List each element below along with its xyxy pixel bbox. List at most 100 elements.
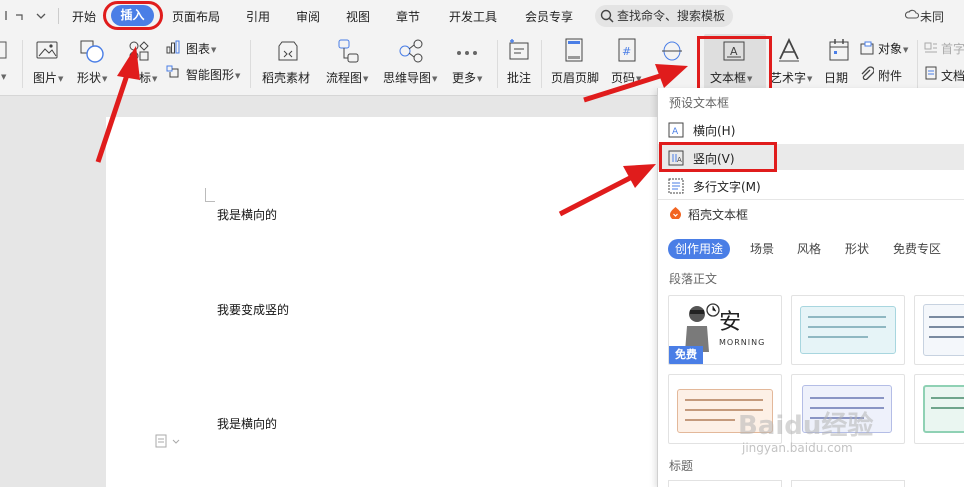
page-number-icon[interactable]: # bbox=[617, 38, 637, 65]
date-button[interactable]: 日期 bbox=[824, 69, 848, 86]
date-icon[interactable] bbox=[828, 38, 850, 65]
sync-status[interactable]: 未同 bbox=[920, 8, 944, 25]
picture-icon[interactable] bbox=[36, 40, 58, 63]
flowchart-button[interactable]: 流程图▼ bbox=[326, 69, 368, 86]
category-shape[interactable]: 形状 bbox=[845, 239, 869, 259]
text-placeholder-line bbox=[931, 397, 964, 399]
baidu-watermark-url: jingyan.baidu.com bbox=[742, 441, 853, 455]
undo-icon[interactable] bbox=[14, 10, 24, 24]
document-line-2[interactable]: 我要变成竖的 bbox=[217, 301, 289, 318]
page-number-button[interactable]: 页码▼ bbox=[611, 69, 641, 86]
header-footer-icon[interactable] bbox=[564, 38, 584, 65]
preset-textbox-header: 预设文本框 bbox=[669, 96, 730, 110]
picture-button[interactable]: 图片▼ bbox=[33, 69, 63, 86]
document-button[interactable]: 文档 bbox=[941, 67, 964, 84]
text-placeholder-line bbox=[929, 326, 964, 328]
chart-icon[interactable] bbox=[166, 40, 180, 57]
section-title-header: 标题 bbox=[669, 459, 694, 473]
category-scene[interactable]: 场景 bbox=[750, 239, 774, 259]
menu-separator bbox=[658, 199, 964, 200]
tab-review[interactable]: 审阅 bbox=[296, 8, 320, 25]
page-number-label: 页码 bbox=[611, 71, 636, 85]
shape-label: 形状 bbox=[77, 71, 102, 85]
menu-bar: 开始 插入 页面布局 引用 审阅 视图 章节 开发工具 会员专享 查找命令、搜索… bbox=[0, 0, 964, 32]
mindmap-label: 思维导图 bbox=[383, 71, 432, 85]
tab-start[interactable]: 开始 bbox=[72, 8, 96, 25]
icon-library-button[interactable]: 标▼ bbox=[139, 69, 157, 86]
object-label: 对象 bbox=[878, 42, 903, 56]
tab-page-layout[interactable]: 页面布局 bbox=[172, 8, 220, 25]
more-icon[interactable] bbox=[456, 46, 478, 60]
horizontal-textbox-item[interactable]: A 横向(H) bbox=[658, 116, 964, 142]
smart-graphic-button[interactable]: 智能图形▼ bbox=[186, 66, 240, 83]
menu-divider bbox=[58, 8, 59, 24]
svg-text:#: # bbox=[622, 45, 631, 58]
tab-section[interactable]: 章节 bbox=[396, 8, 420, 25]
shape-button[interactable]: 形状▼ bbox=[77, 69, 107, 86]
docer-material-button[interactable]: 稻壳素材 bbox=[262, 69, 310, 86]
tab-developer[interactable]: 开发工具 bbox=[449, 8, 497, 25]
cloud-sync-icon[interactable] bbox=[904, 9, 920, 24]
document-line-3[interactable]: 我是横向的 bbox=[217, 415, 277, 432]
template-thumbnail[interactable] bbox=[914, 295, 964, 365]
note-card-shape bbox=[923, 385, 964, 433]
chart-label: 图表 bbox=[186, 42, 211, 56]
wordart-icon[interactable] bbox=[777, 37, 801, 65]
category-free[interactable]: 免费专区 bbox=[893, 239, 941, 259]
page-corner-mark bbox=[205, 188, 215, 202]
template-thumbnail[interactable] bbox=[914, 374, 964, 444]
template-thumbnail-partial[interactable] bbox=[668, 480, 782, 487]
text-placeholder-line bbox=[929, 336, 964, 338]
wordart-button[interactable]: 艺术字▼ bbox=[770, 69, 812, 86]
mindmap-icon[interactable] bbox=[398, 38, 424, 67]
document-icon[interactable] bbox=[924, 66, 938, 83]
paragraph-options-icon[interactable] bbox=[155, 434, 181, 451]
ribbon-toolbar: ▼ 图片▼ 形状▼ 标▼ 图表▼ 智能图形▼ 稻壳素材 流程图▼ 思维导图▼ 更… bbox=[0, 32, 964, 96]
comment-icon[interactable] bbox=[507, 38, 531, 65]
quick-access-dropdown-icon[interactable] bbox=[36, 10, 46, 24]
header-footer-button[interactable]: 页眉页脚 bbox=[551, 69, 599, 86]
object-icon[interactable] bbox=[860, 41, 876, 58]
divider bbox=[917, 40, 918, 88]
template-thumbnail-partial[interactable] bbox=[791, 480, 905, 487]
more-button[interactable]: 更多▼ bbox=[452, 69, 482, 86]
multiline-text-item[interactable]: 多行文字(M) bbox=[658, 172, 964, 198]
command-search-box[interactable]: 查找命令、搜索模板 bbox=[595, 5, 733, 27]
blank-page-icon[interactable] bbox=[0, 40, 8, 63]
document-page[interactable] bbox=[106, 117, 666, 487]
text-placeholder-line bbox=[808, 326, 886, 328]
tab-member[interactable]: 会员专享 bbox=[525, 8, 573, 25]
object-button[interactable]: 对象▼ bbox=[878, 40, 908, 57]
tab-references[interactable]: 引用 bbox=[246, 8, 270, 25]
template-thumbnail[interactable]: 安 MORNING 免费 bbox=[668, 295, 782, 365]
text-placeholder-line bbox=[685, 399, 763, 401]
tab-view[interactable]: 视图 bbox=[346, 8, 370, 25]
drop-cap-icon[interactable] bbox=[924, 41, 938, 58]
docer-textbox-header: 稻壳文本框 bbox=[688, 208, 749, 222]
category-creation[interactable]: 创作用途 bbox=[668, 239, 730, 259]
icon-library-icon[interactable] bbox=[128, 40, 150, 65]
attachment-button[interactable]: 附件 bbox=[878, 67, 902, 84]
category-style[interactable]: 风格 bbox=[797, 239, 821, 259]
vertical-item-redbox bbox=[659, 142, 777, 172]
docer-material-icon[interactable] bbox=[276, 40, 300, 65]
smart-graphic-icon[interactable] bbox=[166, 65, 180, 82]
text-placeholder-line bbox=[810, 397, 884, 399]
flowchart-icon[interactable] bbox=[336, 38, 362, 67]
left-caret: ▼ bbox=[1, 72, 7, 81]
watermark-tool-icon[interactable] bbox=[661, 40, 683, 65]
comment-button[interactable]: 批注 bbox=[507, 69, 531, 86]
baidu-watermark: Baidu经验 bbox=[738, 411, 874, 441]
template-thumbnail[interactable] bbox=[791, 295, 905, 365]
attachment-icon[interactable] bbox=[860, 66, 875, 83]
insert-tab-highlight bbox=[103, 1, 163, 30]
shape-icon[interactable] bbox=[80, 40, 106, 67]
drop-cap-button[interactable]: 首字 bbox=[941, 40, 964, 57]
mindmap-button[interactable]: 思维导图▼ bbox=[383, 69, 437, 86]
divider bbox=[22, 40, 23, 88]
chart-button[interactable]: 图表▼ bbox=[186, 40, 216, 57]
horizontal-textbox-icon: A bbox=[668, 122, 684, 141]
menu-icon[interactable] bbox=[4, 9, 14, 24]
document-line-1[interactable]: 我是横向的 bbox=[217, 206, 277, 223]
smart-graphic-label: 智能图形 bbox=[186, 68, 235, 82]
